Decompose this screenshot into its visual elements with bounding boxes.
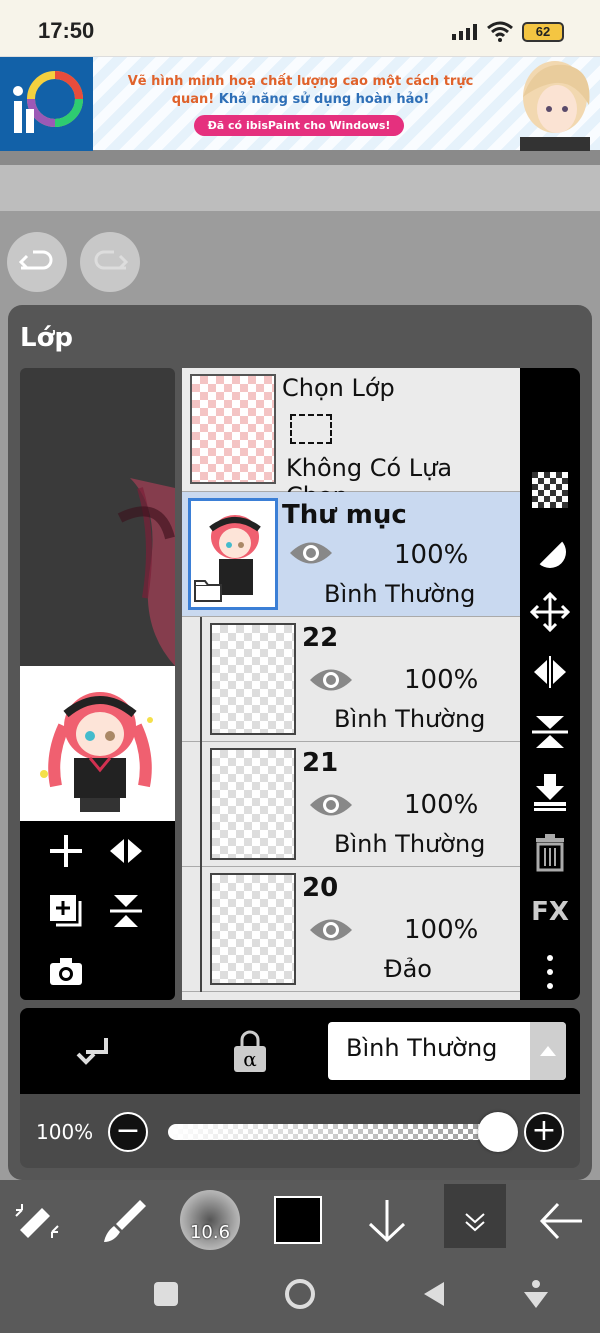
flip-vertical-icon[interactable]	[530, 712, 570, 752]
blend-mode-select[interactable]: Bình Thường	[328, 1022, 566, 1080]
battery-icon: 62	[522, 22, 564, 42]
visibility-eye-icon[interactable]	[288, 538, 334, 568]
more-icon[interactable]	[530, 952, 570, 992]
layer-row-folder[interactable]: Thư mục 100% Bình Thường	[182, 492, 520, 617]
flip-horizontal-icon[interactable]	[106, 831, 146, 871]
nav-assist-icon[interactable]	[516, 1274, 556, 1314]
layer-opacity: 100%	[394, 540, 469, 570]
nav-recents-icon[interactable]	[146, 1274, 186, 1314]
brush-size-value: 10.6	[189, 1222, 231, 1243]
folder-tree-line	[200, 742, 202, 867]
ad-banner[interactable]: Vẽ hình minh hoạ chất lượng cao một cách…	[0, 56, 600, 151]
opacity-decrease-button[interactable]: −	[108, 1112, 148, 1152]
camera-icon[interactable]	[46, 951, 86, 991]
fx-icon[interactable]: FX	[530, 892, 570, 932]
preview-tools	[20, 821, 175, 1000]
clip-down-arrow-icon[interactable]	[76, 1032, 116, 1072]
layer-thumbnail	[210, 748, 296, 860]
layer-name: 20	[302, 873, 339, 903]
ibispaint-logo	[0, 57, 93, 151]
wifi-icon	[487, 21, 513, 42]
opacity-slider-knob[interactable]	[478, 1112, 518, 1152]
layer-blend-mode: Bình Thường	[334, 705, 486, 733]
chevron-up-icon	[540, 1046, 556, 1056]
alpha-lock-icon[interactable]: α	[230, 1030, 270, 1074]
visibility-eye-icon[interactable]	[308, 915, 354, 945]
blend-mode-label: Bình Thường	[346, 1034, 498, 1062]
layer-side-tools: FX	[520, 368, 580, 1000]
layer-opacity: 100%	[404, 915, 479, 945]
status-time: 17:50	[38, 18, 95, 43]
canvas-background-art	[117, 478, 175, 666]
opacity-value: 100%	[36, 1120, 94, 1144]
visibility-eye-icon[interactable]	[308, 665, 354, 695]
ad-headline: Vẽ hình minh hoạ chất lượng cao một cách…	[127, 74, 474, 107]
layer-row-22[interactable]: 22 100% Bình Thường	[182, 617, 520, 742]
blend-mode-arrow[interactable]	[530, 1022, 566, 1080]
undo-icon	[18, 250, 53, 270]
layer-row-20[interactable]: 20 100% Đảo	[182, 867, 520, 992]
layer-opacity: 100%	[404, 790, 479, 820]
layer-blend-mode: Bình Thường	[324, 580, 476, 608]
brush-tool-icon[interactable]	[100, 1196, 150, 1246]
layer-name: 22	[302, 623, 339, 653]
brush-size-button[interactable]: 10.6	[180, 1190, 240, 1250]
selection-thumbnail	[190, 374, 276, 484]
character-thumbnail	[20, 666, 175, 821]
ad-character-image	[505, 57, 600, 151]
merge-down-icon[interactable]	[530, 772, 570, 812]
move-icon[interactable]	[530, 592, 570, 632]
layer-blend-mode: Bình Thường	[334, 830, 486, 858]
back-arrow-icon[interactable]	[538, 1196, 588, 1246]
selection-layer-name: Chọn Lớp	[282, 374, 395, 402]
layer-name: Thư mục	[282, 500, 407, 530]
visibility-eye-icon[interactable]	[308, 790, 354, 820]
layer-panel-toggle-button[interactable]	[444, 1184, 506, 1248]
selection-marquee-icon	[290, 414, 332, 444]
color-picker-button[interactable]	[274, 1196, 322, 1244]
down-arrow-icon[interactable]	[362, 1196, 412, 1246]
layer-list[interactable]: Chọn Lớp Không Có Lựa Chọn Thư mục 100% …	[182, 368, 520, 1000]
opacity-increase-button[interactable]: +	[524, 1112, 564, 1152]
add-layer-icon[interactable]	[46, 831, 86, 871]
layer-panel-title: Lớp	[20, 323, 74, 353]
layer-thumbnail	[210, 873, 296, 985]
layer-blend-mode: Đảo	[384, 955, 432, 983]
opacity-slider[interactable]	[168, 1124, 496, 1140]
layer-name: 21	[302, 748, 339, 778]
svg-text:α: α	[243, 1047, 257, 1071]
signal-icon	[452, 24, 477, 40]
folder-tree-line	[200, 867, 202, 992]
layer-opacity: 100%	[404, 665, 479, 695]
undo-button[interactable]	[7, 232, 67, 292]
double-chevron-down-icon	[465, 1213, 485, 1232]
nav-back-icon[interactable]	[414, 1274, 454, 1314]
status-bar: 17:50 62	[0, 0, 600, 56]
tool-switch-icon[interactable]	[12, 1196, 62, 1246]
flip-vertical-icon[interactable]	[106, 891, 146, 931]
layer-thumbnail	[210, 623, 296, 735]
ad-cta-button[interactable]: Đã có ibisPaint cho Windows!	[194, 115, 404, 136]
flip-horizontal-icon[interactable]	[530, 652, 570, 692]
folder-tree-line	[200, 617, 202, 742]
nav-home-icon[interactable]	[280, 1274, 320, 1314]
transparency-icon[interactable]	[532, 472, 568, 508]
selection-layer[interactable]: Chọn Lớp Không Có Lựa Chọn	[182, 368, 520, 510]
layer-row-21[interactable]: 21 100% Bình Thường	[182, 742, 520, 867]
canvas-top-bar	[0, 165, 600, 211]
duplicate-layer-icon[interactable]	[46, 891, 86, 931]
redo-icon	[94, 250, 129, 270]
layer-thumbnail	[188, 498, 278, 610]
canvas-preview[interactable]	[20, 368, 175, 1000]
trash-icon[interactable]	[530, 832, 570, 872]
clipping-icon[interactable]	[530, 532, 570, 572]
redo-button[interactable]	[80, 232, 140, 292]
